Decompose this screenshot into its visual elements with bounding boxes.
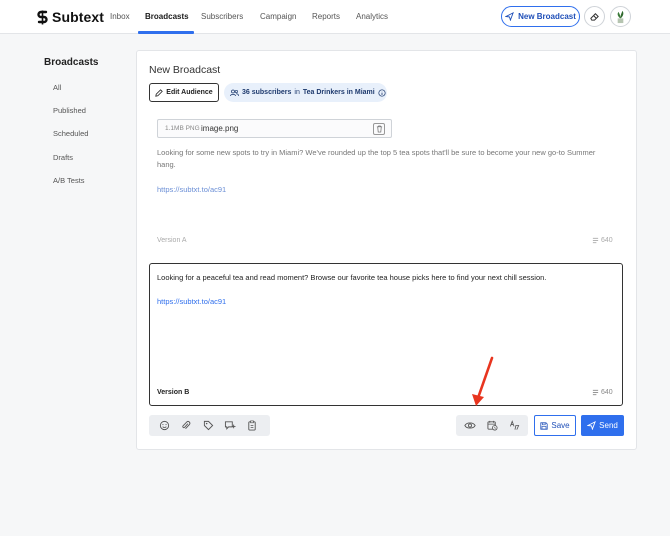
- version-a-char-count: 640: [592, 237, 613, 244]
- audience-count: 36 subscribers: [242, 89, 292, 96]
- nav-reports[interactable]: Reports: [312, 12, 340, 21]
- version-b-message: Looking for a peaceful tea and read mome…: [157, 273, 547, 282]
- send-icon: [505, 12, 515, 21]
- sidebar-item-drafts[interactable]: Drafts: [53, 153, 73, 162]
- annotation-arrow-icon: [472, 356, 494, 406]
- subtext-logo-icon: [37, 10, 48, 24]
- eye-icon[interactable]: [459, 415, 481, 436]
- page-title: New Broadcast: [149, 64, 221, 76]
- plant-avatar-icon: [617, 10, 624, 24]
- paperclip-icon[interactable]: [175, 415, 197, 436]
- preview-toolbar: [456, 415, 528, 436]
- version-a-link[interactable]: https://subtxt.to/ac91: [157, 185, 226, 194]
- version-b-char-count: 640: [592, 389, 613, 396]
- sidebar-item-scheduled[interactable]: Scheduled: [53, 129, 88, 138]
- attachment-size: 1.1MB PNG: [165, 125, 200, 132]
- active-tab-indicator: [138, 31, 194, 34]
- sidebar-item-all[interactable]: All: [53, 83, 61, 92]
- clipboard-icon[interactable]: [241, 415, 263, 436]
- tools-button[interactable]: [584, 6, 605, 27]
- save-icon: [540, 421, 548, 430]
- nav-inbox[interactable]: Inbox: [110, 12, 130, 21]
- nav-broadcasts[interactable]: Broadcasts: [145, 12, 189, 21]
- nav-analytics[interactable]: Analytics: [356, 12, 388, 21]
- chat-plus-icon[interactable]: [219, 415, 241, 436]
- version-b-link[interactable]: https://subtxt.to/ac91: [157, 297, 226, 306]
- send-button[interactable]: Send: [581, 415, 624, 436]
- version-b-label: Version B: [157, 389, 190, 396]
- version-b-editor[interactable]: [149, 263, 623, 406]
- pencil-icon: [155, 88, 164, 97]
- brand-name: Subtext: [52, 9, 105, 25]
- attachment-name: image.png: [201, 124, 239, 133]
- brand-logo[interactable]: Subtext: [37, 9, 104, 25]
- calendar-clock-icon[interactable]: [481, 415, 503, 436]
- edit-audience-button[interactable]: Edit Audience: [149, 83, 219, 102]
- sidebar-item-ab-tests[interactable]: A/B Tests: [53, 176, 85, 185]
- eraser-icon: [590, 13, 599, 21]
- character-count-icon: [592, 389, 599, 396]
- audience-pill: 36 subscribers in Tea Drinkers in Miami: [224, 83, 387, 102]
- sidebar-title: Broadcasts: [44, 57, 99, 68]
- top-nav: Subtext Inbox Broadcasts Subscribers Cam…: [0, 0, 670, 34]
- new-broadcast-label: New Broadcast: [518, 12, 576, 21]
- nav-campaign[interactable]: Campaign: [260, 12, 296, 21]
- send-label: Send: [599, 421, 618, 430]
- tag-icon[interactable]: [197, 415, 219, 436]
- compose-toolbar: [149, 415, 270, 436]
- save-label: Save: [551, 421, 570, 430]
- character-count-icon: [592, 237, 599, 244]
- image-attachment: 1.1MB PNG image.png: [157, 119, 392, 138]
- version-a-label: Version A: [157, 237, 187, 244]
- new-broadcast-button[interactable]: New Broadcast: [501, 6, 580, 27]
- send-icon: [587, 421, 597, 430]
- emoji-icon[interactable]: [153, 415, 175, 436]
- translate-icon[interactable]: [503, 415, 525, 436]
- edit-audience-label: Edit Audience: [166, 89, 213, 96]
- nav-subscribers[interactable]: Subscribers: [201, 12, 243, 21]
- audience-segment: Tea Drinkers in Miami: [302, 89, 375, 96]
- info-icon[interactable]: [378, 88, 386, 97]
- avatar[interactable]: [610, 6, 631, 27]
- audience-connector: in: [294, 89, 300, 96]
- version-a-message: Looking for some new spots to try in Mia…: [157, 148, 596, 169]
- trash-icon[interactable]: [373, 123, 385, 135]
- save-button[interactable]: Save: [534, 415, 576, 436]
- sidebar-item-published[interactable]: Published: [53, 106, 86, 115]
- users-icon: [230, 89, 239, 96]
